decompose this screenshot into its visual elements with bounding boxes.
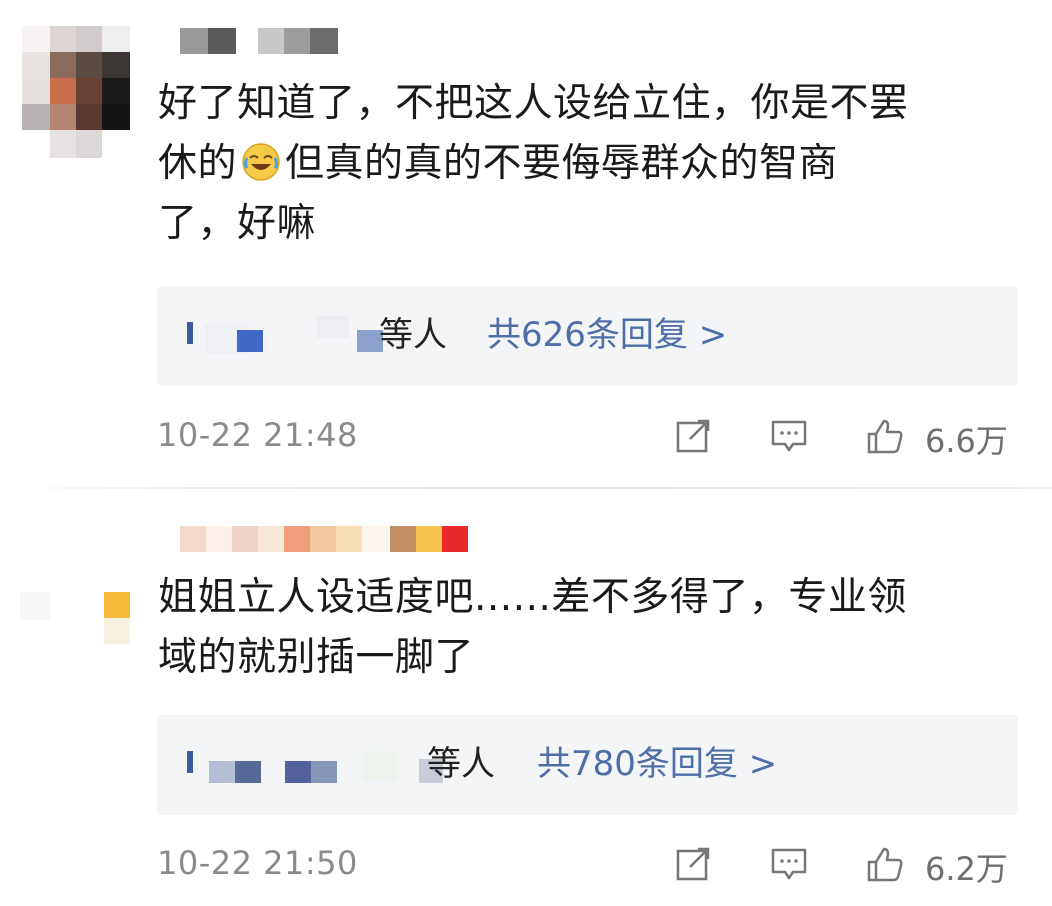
comment-meta: 10-22 21:50 6.2万 (157, 840, 1018, 890)
username[interactable] (180, 28, 340, 54)
like-count: 6.2万 (925, 850, 1008, 888)
comment-line: 好了知道了，不把这人设给立住，你是不罢 (158, 81, 909, 126)
timestamp: 10-22 21:50 (157, 844, 358, 882)
reply-count-link[interactable]: 共626条回复 > (487, 310, 727, 360)
reply-preview[interactable]: 等人 共780条回复 > (157, 715, 1018, 815)
reply-usernames (187, 745, 447, 785)
comment-text: 好了知道了，不把这人设给立住，你是不罢 休的 但真的真的不要侮辱群众的智商 了，… (158, 74, 1018, 254)
avatar[interactable] (20, 586, 132, 646)
comment-text: 姐姐立人设适度吧......差不多得了，专业领 域的就别插一脚了 (158, 568, 1018, 688)
like-icon[interactable] (865, 844, 905, 884)
comment-line: 休的 但真的真的不要侮辱群众的智商 (158, 141, 839, 186)
share-icon[interactable] (673, 416, 713, 456)
comment-icon[interactable] (769, 844, 809, 884)
comment-1: 好了知道了，不把这人设给立住，你是不罢 休的 但真的真的不要侮辱群众的智商 了，… (0, 0, 1052, 480)
like-icon[interactable] (865, 416, 905, 456)
avatar[interactable] (22, 26, 130, 158)
timestamp: 10-22 21:48 (157, 416, 358, 454)
reply-preview[interactable]: 等人 共626条回复 > (157, 286, 1018, 386)
reply-count-link[interactable]: 共780条回复 > (537, 739, 777, 789)
comment-meta: 10-22 21:48 6.6万 (157, 412, 1018, 462)
username[interactable] (180, 526, 470, 552)
laugh-cry-emoji-icon (242, 143, 280, 181)
reply-names-suffix: 等人 (427, 744, 495, 784)
comment-divider (0, 487, 1052, 489)
share-icon[interactable] (673, 844, 713, 884)
like-count: 6.6万 (925, 422, 1008, 460)
comment-line: 了，好嘛 (158, 201, 317, 246)
comment-icon[interactable] (769, 416, 809, 456)
comment-line: 域的就别插一脚了 (158, 635, 475, 680)
comment-line: 姐姐立人设适度吧......差不多得了，专业领 (158, 575, 907, 620)
reply-names-suffix: 等人 (379, 315, 447, 355)
